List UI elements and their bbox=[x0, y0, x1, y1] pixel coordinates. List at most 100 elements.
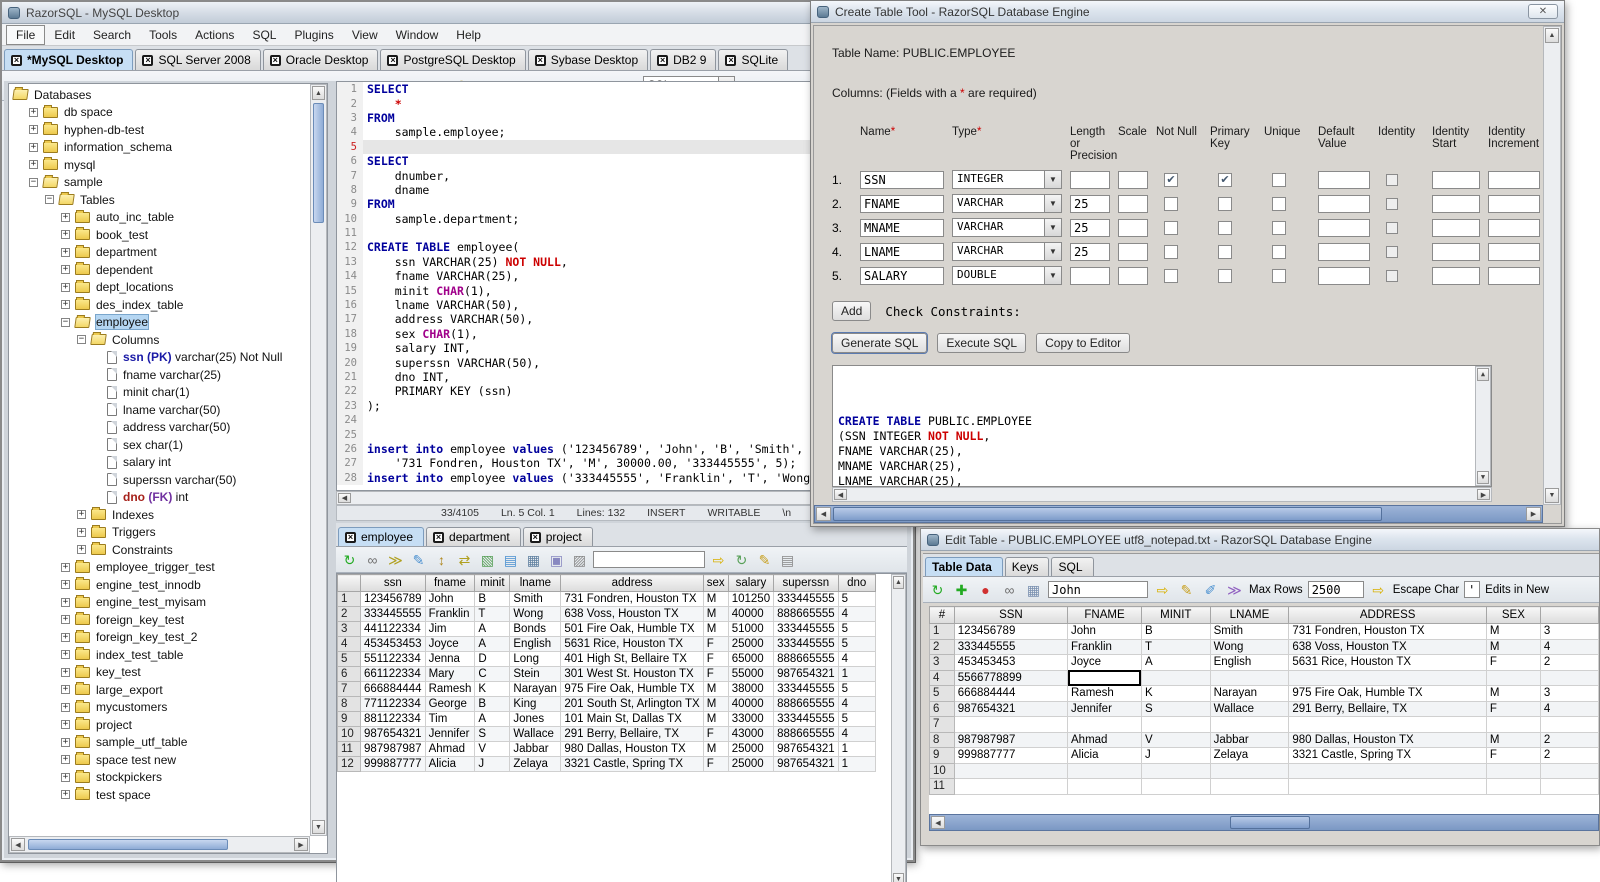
expand-icon[interactable]: + bbox=[61, 230, 70, 240]
results-column-header[interactable]: superssn bbox=[773, 574, 839, 592]
unique-checkbox[interactable] bbox=[1272, 196, 1286, 211]
edit-cell[interactable]: Joyce bbox=[1067, 654, 1142, 671]
edit-cell[interactable] bbox=[1485, 762, 1541, 779]
filter-icon[interactable]: ≫ bbox=[1225, 580, 1244, 599]
results-cell[interactable]: 881122334 bbox=[360, 711, 426, 727]
edit-arrow-icon[interactable]: ✐ bbox=[1201, 580, 1220, 599]
expand-icon[interactable]: + bbox=[61, 667, 70, 677]
results-cell[interactable]: 65000 bbox=[727, 651, 775, 667]
results-cell[interactable]: 975 Fire Oak, Humble TX bbox=[560, 681, 704, 697]
results-column-header[interactable]: address bbox=[560, 574, 704, 592]
edit-cell[interactable] bbox=[1067, 762, 1142, 779]
copy-icon[interactable]: ▣ bbox=[547, 550, 566, 569]
identity-increment-input[interactable] bbox=[1488, 194, 1540, 213]
results-cell[interactable]: M bbox=[702, 606, 729, 622]
unique-checkbox[interactable] bbox=[1272, 244, 1286, 259]
tree-horizontal-scrollbar[interactable]: ◀ ▶ bbox=[9, 836, 310, 853]
add-row-icon[interactable]: ✚ bbox=[952, 580, 971, 599]
tree-item-information-schema[interactable]: + information_schema bbox=[9, 139, 310, 157]
tree-item-department[interactable]: + department bbox=[9, 244, 310, 262]
identity-checkbox[interactable] bbox=[1386, 221, 1398, 234]
unique-checkbox[interactable] bbox=[1272, 220, 1286, 235]
tree-item-engine-test-innodb[interactable]: + engine_test_innodb bbox=[9, 576, 310, 594]
edit-cell[interactable] bbox=[1539, 669, 1599, 686]
tree-item-constraints[interactable]: + Constraints bbox=[9, 541, 310, 559]
menu-help[interactable]: Help bbox=[447, 26, 490, 44]
expand-icon[interactable]: + bbox=[77, 527, 86, 537]
results-cell[interactable]: Joyce bbox=[424, 636, 476, 652]
edit-cell[interactable] bbox=[1140, 669, 1211, 686]
edit-cell[interactable] bbox=[1288, 716, 1487, 733]
tree-item-mycustomers[interactable]: + mycustomers bbox=[9, 699, 310, 717]
unique-checkbox[interactable] bbox=[1272, 172, 1286, 187]
column-type-select[interactable]: INTEGER ▼ bbox=[952, 170, 1062, 189]
column-type-select[interactable]: VARCHAR ▼ bbox=[952, 194, 1062, 213]
sort-icon[interactable]: ↕ bbox=[432, 550, 451, 569]
identity-increment-input[interactable] bbox=[1488, 218, 1540, 237]
results-cell[interactable]: Mary bbox=[424, 666, 476, 682]
results-cell[interactable]: 980 Dallas, Houston TX bbox=[560, 741, 704, 757]
window-vertical-scrollbar[interactable]: ▲ ▼ bbox=[1543, 26, 1561, 505]
edit-column-header[interactable]: LNAME bbox=[1209, 606, 1290, 624]
tree-item-dept-locations[interactable]: + dept_locations bbox=[9, 279, 310, 297]
results-cell[interactable]: 501 Fire Oak, Humble TX bbox=[560, 621, 704, 637]
scroll-left-icon[interactable]: ◀ bbox=[338, 493, 351, 503]
results-cell[interactable]: Jones bbox=[509, 711, 562, 727]
scroll-left-icon[interactable]: ◀ bbox=[11, 838, 25, 851]
results-column-header[interactable]: ssn bbox=[360, 574, 426, 592]
results-cell[interactable]: 987654321 bbox=[773, 741, 839, 757]
export-icon[interactable]: ▧ bbox=[478, 550, 497, 569]
results-cell[interactable]: Stein bbox=[509, 666, 562, 682]
edit-icon[interactable]: ✎ bbox=[409, 550, 428, 569]
results-cell[interactable]: F bbox=[702, 636, 729, 652]
scroll-thumb[interactable] bbox=[313, 103, 324, 223]
results-cell[interactable]: 5631 Rice, Houston TX bbox=[560, 636, 704, 652]
edit-cell[interactable] bbox=[1209, 778, 1290, 795]
results-cell[interactable]: 888665555 bbox=[773, 651, 839, 667]
tree-item-superssn-varchar-50-[interactable]: superssn varchar(50) bbox=[9, 471, 310, 489]
identity-checkbox[interactable] bbox=[1386, 173, 1398, 186]
expand-icon[interactable]: + bbox=[29, 142, 38, 152]
tree-item-stockpickers[interactable]: + stockpickers bbox=[9, 769, 310, 787]
edit-cell[interactable]: Zelaya bbox=[1209, 747, 1290, 764]
results-tab-employee[interactable]: × employee bbox=[338, 527, 425, 546]
scroll-thumb[interactable] bbox=[28, 839, 228, 850]
tree-item-employee-trigger-test[interactable]: + employee_trigger_test bbox=[9, 559, 310, 577]
connection-tab-postgresql-desktop[interactable]: × PostgreSQL Desktop bbox=[380, 49, 526, 70]
results-cell[interactable]: 666884444 bbox=[360, 681, 426, 697]
results-cell[interactable]: 51000 bbox=[727, 621, 775, 637]
default-value-input[interactable] bbox=[1318, 170, 1370, 189]
tree-item-dno-fk-int[interactable]: dno (FK) int bbox=[9, 489, 310, 507]
tree-item-mysql[interactable]: + mysql bbox=[9, 156, 310, 174]
results-cell[interactable]: M bbox=[702, 741, 729, 757]
results-cell[interactable]: 291 Berry, Bellaire, TX bbox=[560, 726, 704, 742]
tab-table-data[interactable]: Table Data bbox=[925, 557, 1003, 576]
results-cell[interactable]: 40000 bbox=[727, 606, 775, 622]
edit-cell[interactable]: John bbox=[1067, 623, 1142, 640]
chevron-down-icon[interactable]: ▼ bbox=[1044, 195, 1061, 212]
results-column-header[interactable]: minit bbox=[474, 574, 511, 592]
expand-icon[interactable]: + bbox=[61, 580, 70, 590]
chevron-down-icon[interactable]: ▼ bbox=[1044, 171, 1061, 188]
edit-cell[interactable]: Smith bbox=[1209, 623, 1290, 640]
expand-icon[interactable]: + bbox=[29, 160, 38, 170]
close-icon[interactable]: ✕ bbox=[1528, 4, 1558, 19]
results-cell[interactable]: 4 bbox=[837, 651, 876, 667]
edit-cell[interactable]: B bbox=[1140, 623, 1211, 640]
chevron-down-icon[interactable]: ▼ bbox=[1044, 219, 1061, 236]
scroll-up-icon[interactable]: ▲ bbox=[312, 86, 325, 100]
results-cell[interactable]: M bbox=[702, 681, 729, 697]
not-null-checkbox[interactable] bbox=[1164, 244, 1178, 259]
results-cell[interactable]: 101250 bbox=[727, 591, 775, 607]
tree-item-employee[interactable]: − employee bbox=[9, 314, 310, 332]
delete-row-icon[interactable]: ● bbox=[976, 580, 995, 599]
results-cell[interactable]: 771122334 bbox=[360, 696, 426, 712]
results-cell[interactable]: 661122334 bbox=[360, 666, 426, 682]
collapse-icon[interactable]: − bbox=[77, 335, 86, 345]
edit-cell[interactable]: S bbox=[1140, 700, 1211, 717]
column-name-input[interactable] bbox=[860, 242, 944, 261]
edit-cell[interactable]: J bbox=[1140, 747, 1211, 764]
connection-tab-db2-9[interactable]: × DB2 9 bbox=[650, 49, 717, 70]
not-null-checkbox[interactable] bbox=[1164, 196, 1178, 211]
search-value-input[interactable] bbox=[1048, 581, 1148, 598]
